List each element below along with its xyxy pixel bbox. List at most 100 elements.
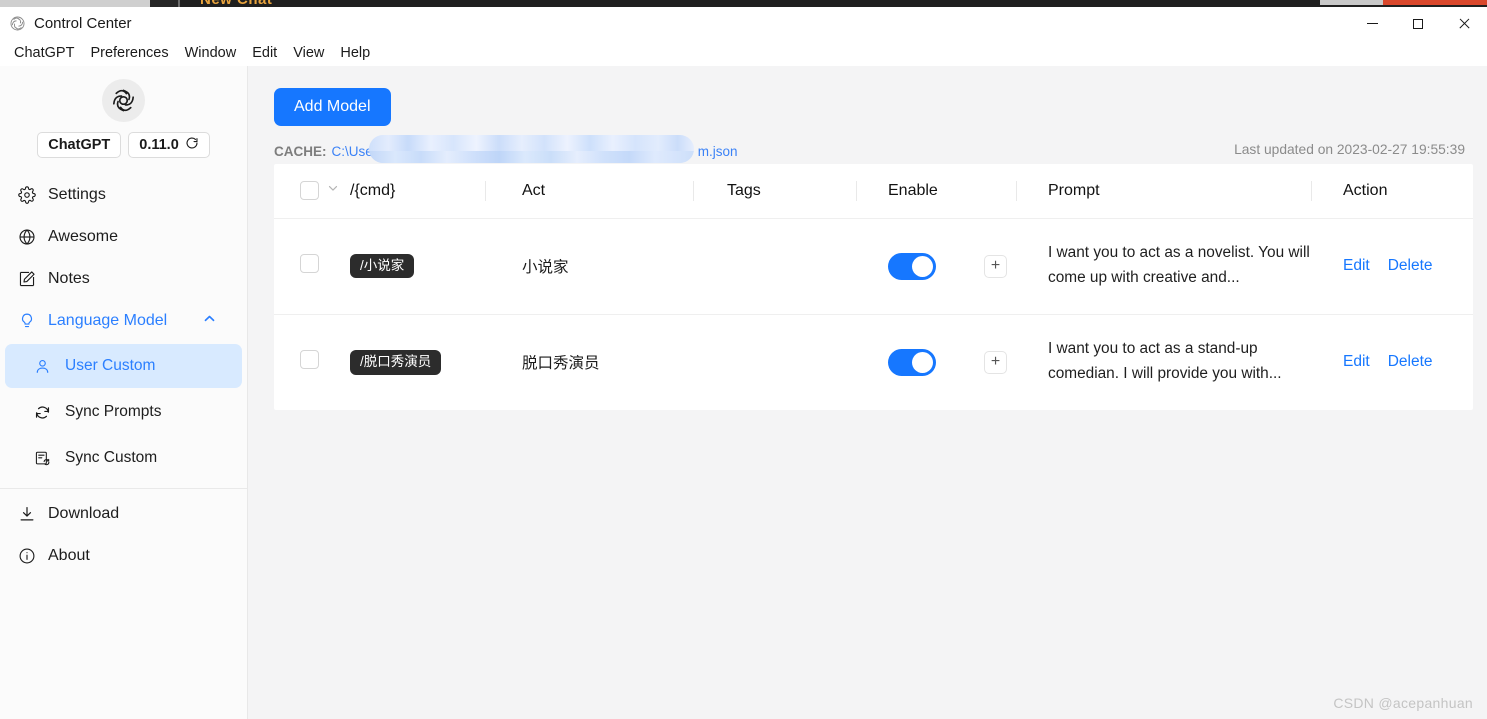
sidebar: ChatGPT 0.11.0 xyxy=(0,66,248,719)
column-header-cmd[interactable]: /{cmd} xyxy=(350,164,495,218)
delete-button[interactable]: Delete xyxy=(1388,257,1433,275)
window-title: Control Center xyxy=(34,15,132,32)
bg-strip-divider xyxy=(178,0,180,7)
sidebar-item-label: User Custom xyxy=(65,357,155,375)
menu-item-edit[interactable]: Edit xyxy=(244,43,285,63)
minimize-button[interactable] xyxy=(1349,7,1395,40)
row-prompt-cell: I want you to act as a novelist. You wil… xyxy=(1026,218,1321,314)
column-header-prompt[interactable]: Prompt xyxy=(1026,164,1321,218)
column-header-act[interactable]: Act xyxy=(495,164,703,218)
openai-logo-icon xyxy=(9,15,26,32)
sidebar-item-label: Settings xyxy=(48,186,106,204)
edit-button[interactable]: Edit xyxy=(1343,257,1370,275)
cache-path-row: CACHE: C:\Use m.json xyxy=(274,144,738,159)
info-icon xyxy=(18,547,40,565)
app-name-badge: ChatGPT xyxy=(37,132,121,158)
sidebar-item-label: Download xyxy=(48,505,119,523)
cache-path-prefix: C:\Use xyxy=(332,144,373,159)
column-header-action[interactable]: Action xyxy=(1321,164,1473,218)
column-header-enable-label: Enable xyxy=(888,182,938,199)
note-edit-icon xyxy=(18,270,40,288)
minimize-icon xyxy=(1367,23,1378,24)
menu-item-chatgpt[interactable]: ChatGPT xyxy=(6,43,82,63)
column-header-enable[interactable]: Enable xyxy=(866,164,1026,218)
sidebar-divider xyxy=(0,488,247,489)
sidebar-item-label: About xyxy=(48,547,90,565)
bg-strip-dark-left xyxy=(150,0,178,7)
refresh-icon[interactable] xyxy=(185,136,199,154)
row-checkbox[interactable] xyxy=(300,350,319,369)
app-window: New Chat Control Center ChatGPT xyxy=(0,0,1487,719)
sidebar-item-awesome[interactable]: Awesome xyxy=(0,216,247,258)
row-action-cell: Edit Delete xyxy=(1321,218,1473,314)
sidebar-item-label: Language Model xyxy=(48,312,167,330)
gear-icon xyxy=(18,186,40,204)
sidebar-item-notes[interactable]: Notes xyxy=(0,258,247,300)
plus-icon[interactable]: + xyxy=(984,255,1007,278)
checkbox-icon[interactable] xyxy=(300,181,319,200)
table-body: /小说家 小说家 + xyxy=(274,218,1473,410)
main-content: Add Model CACHE: C:\Use m.json Last upda… xyxy=(248,66,1487,719)
sidebar-item-label: Sync Custom xyxy=(65,449,157,467)
window-controls xyxy=(1349,7,1487,40)
redacted-path-overlay-row xyxy=(369,151,694,163)
prompts-table: /{cmd} Act Tags Enable xyxy=(274,164,1473,410)
sidebar-badges: ChatGPT 0.11.0 xyxy=(0,132,247,158)
column-header-select xyxy=(274,164,350,218)
row-checkbox[interactable] xyxy=(300,254,319,273)
menu-item-view[interactable]: View xyxy=(285,43,332,63)
row-act-cell: 脱口秀演员 xyxy=(495,314,703,410)
menu-item-window[interactable]: Window xyxy=(177,43,245,63)
column-divider xyxy=(693,181,694,201)
delete-button[interactable]: Delete xyxy=(1388,353,1433,371)
row-tags-cell xyxy=(703,314,866,410)
menu-item-preferences[interactable]: Preferences xyxy=(82,43,176,63)
sidebar-item-language-model[interactable]: Language Model xyxy=(0,300,247,342)
sidebar-item-sync-custom[interactable]: Sync Custom xyxy=(5,436,242,480)
openai-logo-icon xyxy=(102,79,145,122)
globe-icon xyxy=(18,228,40,246)
maximize-button[interactable] xyxy=(1395,7,1441,40)
enable-toggle[interactable] xyxy=(888,349,936,376)
enable-toggle[interactable] xyxy=(888,253,936,280)
add-model-button[interactable]: Add Model xyxy=(274,88,391,126)
sidebar-nav: Settings Awesome xyxy=(0,174,247,577)
row-prompt-cell: I want you to act as a stand-up comedian… xyxy=(1026,314,1321,410)
table-head: /{cmd} Act Tags Enable xyxy=(274,164,1473,218)
close-button[interactable] xyxy=(1441,7,1487,40)
cache-label: CACHE: xyxy=(274,144,327,159)
column-divider xyxy=(856,181,857,201)
sidebar-item-about[interactable]: About xyxy=(0,535,247,577)
plus-icon[interactable]: + xyxy=(984,351,1007,374)
cmd-badge: /脱口秀演员 xyxy=(350,350,441,375)
column-header-tags[interactable]: Tags xyxy=(703,164,866,218)
row-enable-cell: + xyxy=(866,314,1026,410)
sidebar-logo-wrap xyxy=(0,79,247,122)
chevron-up-icon[interactable] xyxy=(202,311,217,331)
sidebar-item-download[interactable]: Download xyxy=(0,493,247,535)
bg-strip-dark-mid xyxy=(385,0,430,7)
chevron-down-icon[interactable] xyxy=(326,181,340,200)
close-icon xyxy=(1458,18,1470,30)
background-window-strip: New Chat xyxy=(0,0,1487,7)
column-header-act-label: Act xyxy=(522,182,545,199)
menubar: ChatGPT Preferences Window Edit View Hel… xyxy=(0,40,1487,66)
row-act-cell: 小说家 xyxy=(495,218,703,314)
sidebar-item-user-custom[interactable]: User Custom xyxy=(5,344,242,388)
column-divider xyxy=(1016,181,1017,201)
download-icon xyxy=(18,505,40,523)
sidebar-item-settings[interactable]: Settings xyxy=(0,174,247,216)
sidebar-item-sync-prompts[interactable]: Sync Prompts xyxy=(5,390,242,434)
prompts-table-card: /{cmd} Act Tags Enable xyxy=(274,164,1473,410)
redacted-path-overlay xyxy=(369,135,694,163)
table-row: /脱口秀演员 脱口秀演员 + xyxy=(274,314,1473,410)
table-header-row: /{cmd} Act Tags Enable xyxy=(274,164,1473,218)
prompt-text: I want you to act as a stand-up comedian… xyxy=(1048,337,1320,387)
bg-strip-light-right xyxy=(1320,0,1383,5)
menu-item-help[interactable]: Help xyxy=(332,43,378,63)
version-badge[interactable]: 0.11.0 xyxy=(128,132,210,158)
version-label: 0.11.0 xyxy=(139,137,179,153)
watermark: CSDN @acepanhuan xyxy=(1333,695,1473,711)
cache-path-suffix: m.json xyxy=(698,144,738,159)
edit-button[interactable]: Edit xyxy=(1343,353,1370,371)
